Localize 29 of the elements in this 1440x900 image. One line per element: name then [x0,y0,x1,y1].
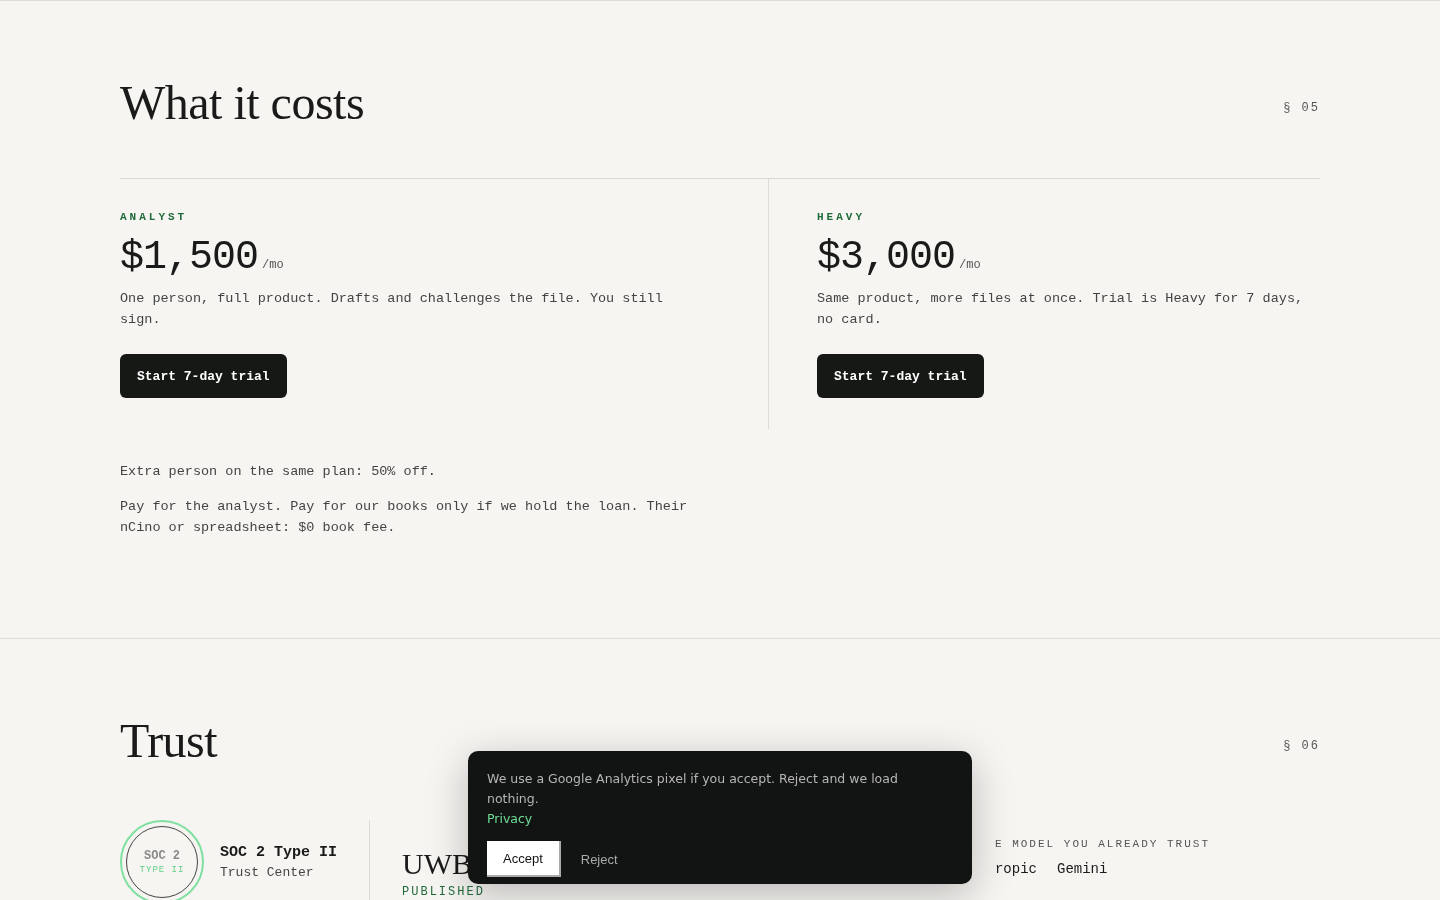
cookie-message: We use a Google Analytics pixel if you accept. Reject and we load nothing. [487,771,898,806]
plan-description: One person, full product. Drafts and challenges the file. You still sign. [120,290,664,329]
publisher-label: PUBLISHED [402,885,485,899]
privacy-link[interactable]: Privacy [487,811,533,826]
publisher-name: UWB [402,847,474,881]
trial-button[interactable]: Start 7-day trial [120,354,287,398]
section-number: § 05 [1283,99,1320,115]
section-title: Trust [120,713,218,768]
reject-button[interactable]: Reject [578,841,620,877]
seal-text: TYPE II [139,865,185,875]
pricing-note: Extra person on the same plan: 50% off. [120,463,437,481]
model-name: Gemini [1057,860,1108,878]
price-period: /mo [959,258,981,272]
pricing-note: Pay for the analyst. Pay for our books only if we hold the loan. Their nCino or spreadsheet: $0 book fee. [120,498,689,537]
section-title: What it costs [120,75,365,130]
price-period: /mo [262,258,284,272]
model-name: ropic [994,860,1037,878]
trial-button[interactable]: Start 7-day trial [817,354,984,398]
certification-title: SOC 2 Type II [220,844,338,861]
plan-name: HEAVY [817,211,866,223]
models-label: E MODEL YOU ALREADY TRUST [994,838,1210,850]
plan-price: $3,000 [817,235,956,280]
section-number: § 06 [1283,737,1320,753]
seal-text: SOC 2 [144,849,180,863]
plan-description: Same product, more files at once. Trial is Heavy for 7 days, no card. [817,290,1305,329]
certification-subtitle: Trust Center [220,865,315,880]
plan-name: ANALYST [120,211,189,223]
plan-price: $1,500 [120,235,259,280]
accept-button[interactable]: Accept [487,841,561,877]
